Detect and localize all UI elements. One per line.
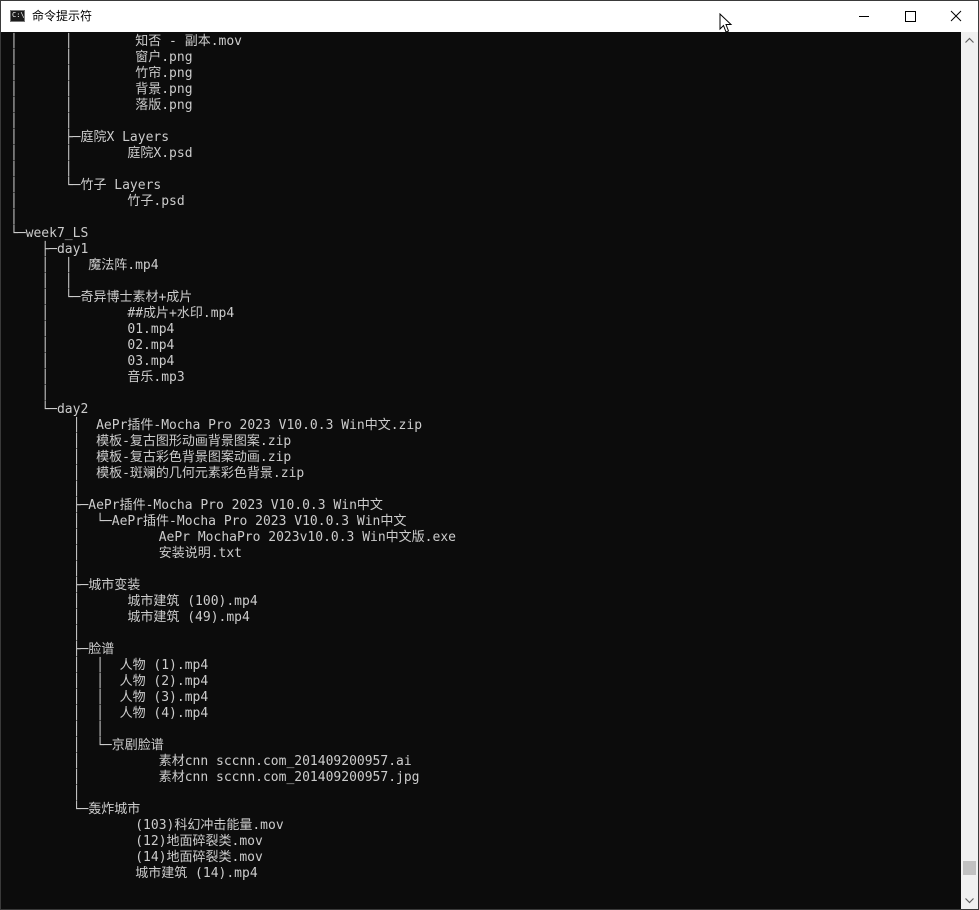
console-line: │ 素材cnn sccnn.com_201409200957.jpg [10,770,420,785]
console-line: │ [10,482,81,497]
close-button[interactable] [933,1,978,32]
window-title: 命令提示符 [32,9,93,23]
console-line: ├─脸谱 [10,642,115,657]
console-line: │ 安装说明.txt [10,546,243,561]
scroll-down-button[interactable] [961,892,978,909]
console-line: │ └─奇异博士素材+成片 [10,290,193,305]
console-line: │ [10,562,81,577]
console-line: (103)科幻冲击能量.mov [10,818,284,833]
maximize-icon [905,11,916,22]
console-line: │ 模板-复古彩色背景图案动画.zip [10,450,292,465]
console-line: │ └─竹子 Layers [10,178,162,193]
console-line: │ │ [10,274,73,289]
minimize-icon [859,16,869,17]
console-line: │ 模板-斑斓的几何元素彩色背景.zip [10,466,305,481]
console-line: └─week7_LS [10,226,89,241]
console-line: (14)地面碎裂类.mov [10,850,263,865]
console-line: │ 音乐.mp3 [10,370,185,385]
console-line: └─day2 [10,402,89,417]
console-line: │ │ 人物 (1).mp4 [10,658,209,673]
title-bar[interactable]: C:\ 命令提示符 [1,1,978,33]
console-line: │ │ [10,722,104,737]
mouse-cursor-icon [719,13,733,33]
chevron-up-icon [965,37,974,43]
chevron-down-icon [965,898,974,904]
console-line: │ ├─庭院X Layers [10,130,170,145]
console-line: │ │ 知否 - 副本.mov [10,34,243,49]
console-line: │ 竹子.psd [10,194,185,209]
close-icon [950,10,962,22]
console-line: ├─day1 [10,242,89,257]
console-line: │ └─AePr插件-Mocha Pro 2023 V10.0.3 Win中文 [10,514,407,529]
console-line: │ │ 人物 (4).mp4 [10,706,209,721]
cmd-console-icon[interactable]: C:\ [10,10,25,22]
console-line: └─轰炸城市 [10,802,141,817]
console-line: │ │ [10,162,73,177]
console-line: (12)地面碎裂类.mov [10,834,263,849]
console-line: │ 素材cnn sccnn.com_201409200957.ai [10,754,412,769]
console-line: │ │ 竹帘.png [10,66,193,81]
console-line: │ │ 人物 (2).mp4 [10,674,209,689]
console-line: │ [10,786,81,801]
console-line: │ │ 背景.png [10,82,193,97]
console-line: │ 01.mp4 [10,322,175,337]
console-line: │ [10,386,50,401]
console-line: │ 02.mp4 [10,338,175,353]
console-line: │ │ 人物 (3).mp4 [10,690,209,705]
console-line: │ └─京剧脸谱 [10,738,164,753]
console-output[interactable]: │ │ 知否 - 副本.mov │ │ 窗户.png │ │ 竹帘.png │ │ 背… [1,32,961,909]
console-line: │ 城市建筑 (100).mp4 [10,594,258,609]
console-line: │ │ 庭院X.psd [10,146,193,161]
console-line: │ [10,210,18,225]
scrollbar-thumb[interactable] [963,861,976,875]
maximize-button[interactable] [887,1,933,32]
command-prompt-window: C:\ 命令提示符 │ │ 知否 - 副本.mov │ │ 窗户.png │ │… [0,0,979,910]
console-line: ├─AePr插件-Mocha Pro 2023 V10.0.3 Win中文 [10,498,383,513]
console-line: │ │ [10,114,73,129]
vertical-scrollbar[interactable] [961,32,978,909]
console-line: │ ##成片+水印.mp4 [10,306,235,321]
console-line: │ 模板-复古图形动画背景图案.zip [10,434,292,449]
console-line: │ │ 窗户.png [10,50,193,65]
console-line: ├─城市变装 [10,578,141,593]
console-line: │ │ 落版.png [10,98,193,113]
scroll-up-button[interactable] [961,32,978,49]
minimize-button[interactable] [841,1,887,32]
console-line: │ AePr MochaPro 2023v10.0.3 Win中文版.exe [10,530,456,545]
console-line: │ │ 魔法阵.mp4 [10,258,159,273]
console-line: 城市建筑 (14).mp4 [10,866,258,881]
console-line: │ 城市建筑 (49).mp4 [10,610,250,625]
console-line: │ AePr插件-Mocha Pro 2023 V10.0.3 Win中文.zi… [10,418,423,433]
console-line: │ 03.mp4 [10,354,175,369]
console-line: │ [10,626,81,641]
